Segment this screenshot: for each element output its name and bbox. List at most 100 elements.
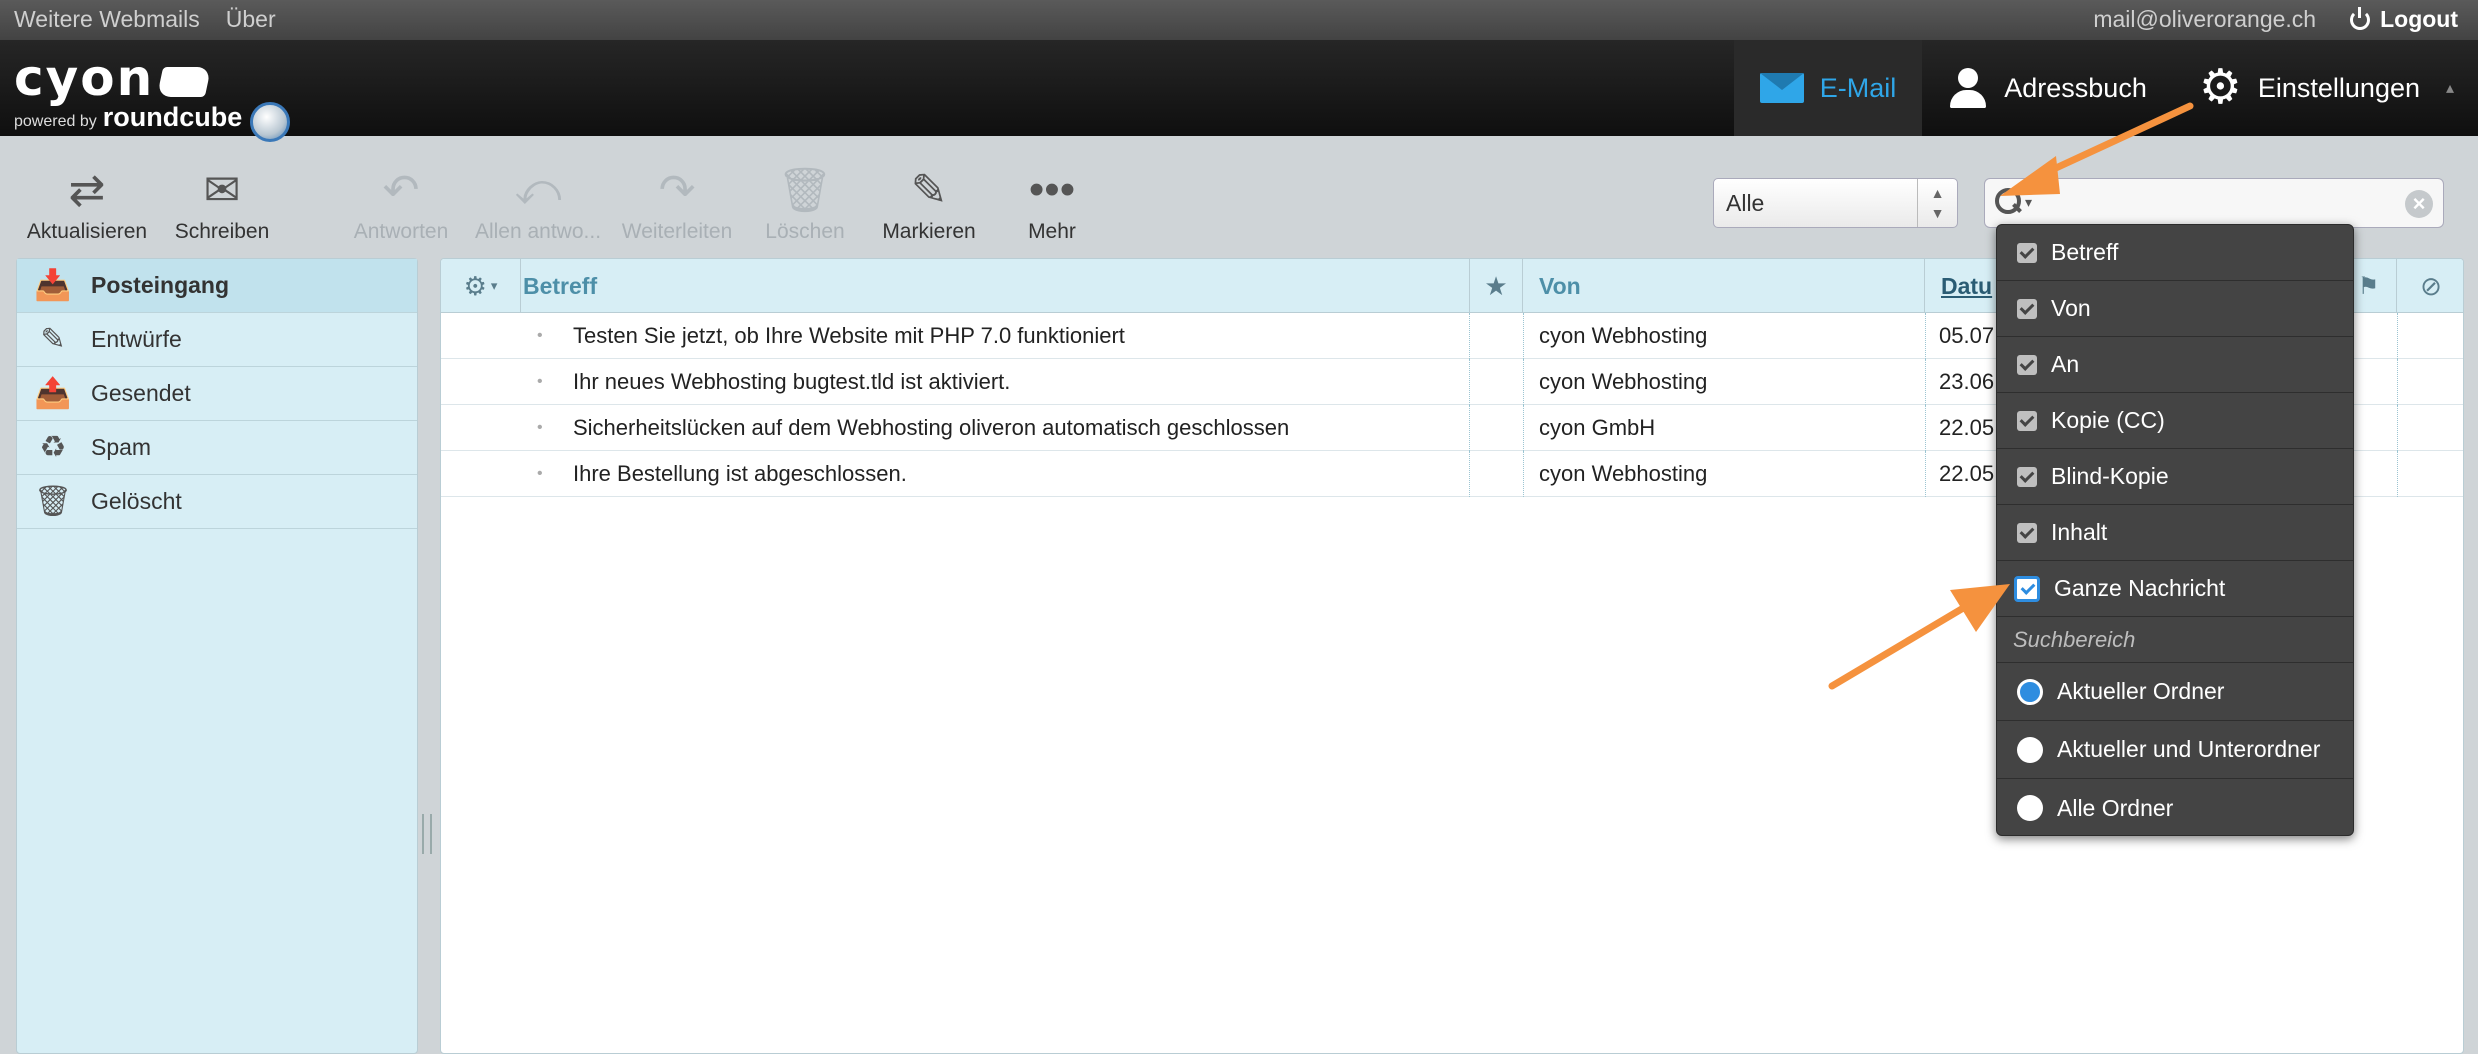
checkbox-checked-icon[interactable] (2017, 466, 2037, 487)
annotation-arrow-search (2000, 102, 2194, 196)
annotation-arrow-whole-message (1828, 584, 2010, 690)
radio-selected-icon[interactable] (2017, 678, 2043, 705)
reply-button[interactable]: ↶ Antworten (348, 162, 454, 244)
search-field-label: Blind-Kopie (2051, 463, 2169, 489)
clear-search-icon[interactable]: × (2405, 190, 2433, 218)
radio-unselected-icon[interactable] (2017, 795, 2043, 821)
radio-unselected-icon[interactable] (2017, 736, 2043, 763)
user-email: mail@oliverorange.ch (2093, 6, 2317, 32)
search-field-subject[interactable]: Betreff (1997, 225, 2353, 281)
delete-label: Löschen (765, 220, 845, 243)
thread-bullet-icon: • (537, 373, 543, 390)
scope-label: Aktueller und Unterordner (2057, 736, 2321, 762)
column-subject-label: Betreff (523, 272, 598, 299)
search-field-from[interactable]: Von (1997, 281, 2353, 337)
folder-label: Spam (91, 434, 152, 460)
trash-icon: 🗑 (777, 166, 833, 215)
reply-icon: ↶ (382, 165, 420, 215)
row-from: cyon Webhosting (1539, 461, 1708, 486)
trash-icon: 🗑 (33, 485, 73, 518)
reply-label: Antworten (353, 220, 449, 243)
search-field-cc[interactable]: Kopie (CC) (1997, 393, 2353, 449)
logout-button[interactable]: Logout (2350, 6, 2458, 33)
search-field-label: Betreff (2051, 239, 2119, 265)
mark-label: Markieren (882, 220, 976, 243)
thread-bullet-icon: • (537, 465, 543, 482)
folder-trash[interactable]: 🗑 Gelöscht (17, 475, 417, 529)
row-from: cyon Webhosting (1539, 323, 1708, 348)
pane-splitter[interactable] (422, 814, 432, 854)
search-field-to[interactable]: An (1997, 337, 2353, 393)
nav-email[interactable]: E-Mail (1733, 40, 1923, 136)
folder-drafts[interactable]: ✎ Entwürfe (17, 313, 417, 367)
search-field-body[interactable]: Inhalt (1997, 505, 2353, 561)
scope-current-and-subfolders[interactable]: Aktueller und Unterordner (1997, 721, 2353, 779)
attachment-column-icon[interactable]: ⊘ (2397, 259, 2463, 313)
checkbox-checked-icon[interactable] (2017, 354, 2037, 375)
row-from: cyon Webhosting (1539, 369, 1708, 394)
column-from-label: Von (1539, 272, 1581, 299)
inbox-icon: 📥 (34, 269, 72, 302)
nav-settings-label: Einstellungen (2257, 72, 2420, 103)
checkbox-checked-icon[interactable] (2017, 410, 2037, 431)
search-field-label: Inhalt (2051, 519, 2108, 545)
thread-bullet-icon: • (537, 419, 543, 436)
reply-all-icon: ⤺ (514, 165, 562, 214)
scope-all-folders[interactable]: Alle Ordner (1997, 779, 2353, 835)
column-flag-star-icon[interactable]: ★ (1469, 259, 1523, 313)
folder-sent[interactable]: 📤 Gesendet (17, 367, 417, 421)
nav-email-label: E-Mail (1819, 72, 1897, 103)
highlighter-icon: ✎ (910, 165, 948, 215)
compose-button[interactable]: ✉ Schreiben (172, 162, 272, 244)
select-arrows-icon: ▲ ▼ (1917, 179, 1957, 227)
reply-all-label: Allen antwo... (474, 220, 602, 243)
logo-product: roundcube (102, 102, 243, 133)
nav-menu-caret-icon[interactable]: ▴ (2446, 40, 2462, 136)
folder-spam[interactable]: ♻ Spam (17, 421, 417, 475)
refresh-button[interactable]: ⇄ Aktualisieren (22, 162, 152, 244)
search-field-whole-message[interactable]: Ganze Nachricht (1997, 561, 2353, 617)
mark-button[interactable]: ✎ Markieren (876, 162, 982, 244)
gear-icon: ⚙ (2198, 61, 2242, 114)
refresh-label: Aktualisieren (26, 220, 148, 243)
link-ueber[interactable]: Über (226, 6, 276, 33)
compose-icon: ✉ (203, 165, 241, 215)
thread-bullet-icon: • (537, 327, 543, 344)
folder-label: Gelöscht (91, 488, 182, 514)
checkbox-checked-icon[interactable] (2017, 522, 2037, 543)
logo-powered-by: powered by (14, 113, 97, 131)
delete-button[interactable]: 🗑 Löschen (760, 162, 850, 244)
nav-settings[interactable]: ⚙ Einstellungen (2173, 40, 2446, 136)
folder-inbox[interactable]: 📥 Posteingang (17, 259, 417, 313)
scope-current-folder[interactable]: Aktueller Ordner (1997, 663, 2353, 721)
search-field-bcc[interactable]: Blind-Kopie (1997, 449, 2353, 505)
forward-label: Weiterleiten (621, 220, 733, 243)
folder-label: Gesendet (91, 380, 191, 406)
column-subject[interactable]: Betreff (521, 259, 1548, 313)
forward-button[interactable]: ↷ Weiterleiten (618, 162, 736, 244)
scope-label: Alle Ordner (2057, 794, 2174, 821)
row-subject: Ihr neues Webhosting bugtest.tld ist akt… (573, 369, 1011, 394)
list-options-gear-icon[interactable]: ⚙ ▾ (441, 259, 521, 313)
reply-all-button[interactable]: ⤺ Allen antwo... (468, 162, 608, 244)
folder-label: Posteingang (91, 272, 230, 298)
search-field-label: Kopie (CC) (2051, 407, 2165, 433)
checkbox-checked-icon[interactable] (2017, 242, 2037, 263)
refresh-icon: ⇄ (68, 165, 106, 215)
top-line-bar: Weitere Webmails Über mail@oliverorange.… (0, 0, 2478, 40)
power-icon (2350, 6, 2371, 30)
column-from[interactable]: Von (1523, 259, 1925, 313)
forward-icon: ↷ (658, 165, 696, 215)
more-label: Mehr (1028, 220, 1076, 243)
row-subject: Testen Sie jetzt, ob Ihre Website mit PH… (573, 323, 1125, 348)
checkbox-checked-icon[interactable] (2017, 298, 2037, 319)
sent-icon: 📤 (34, 377, 72, 410)
folder-label: Entwürfe (91, 326, 182, 352)
envelope-icon (1759, 73, 1804, 103)
more-button[interactable]: ••• Mehr (1010, 162, 1094, 244)
filter-select[interactable]: Alle ▲ ▼ (1713, 178, 1958, 228)
logo-brand: cyon (14, 49, 155, 107)
filter-value: Alle (1726, 190, 1765, 216)
link-weitere-webmails[interactable]: Weitere Webmails (14, 6, 200, 33)
search-field-label: Von (2051, 295, 2091, 321)
